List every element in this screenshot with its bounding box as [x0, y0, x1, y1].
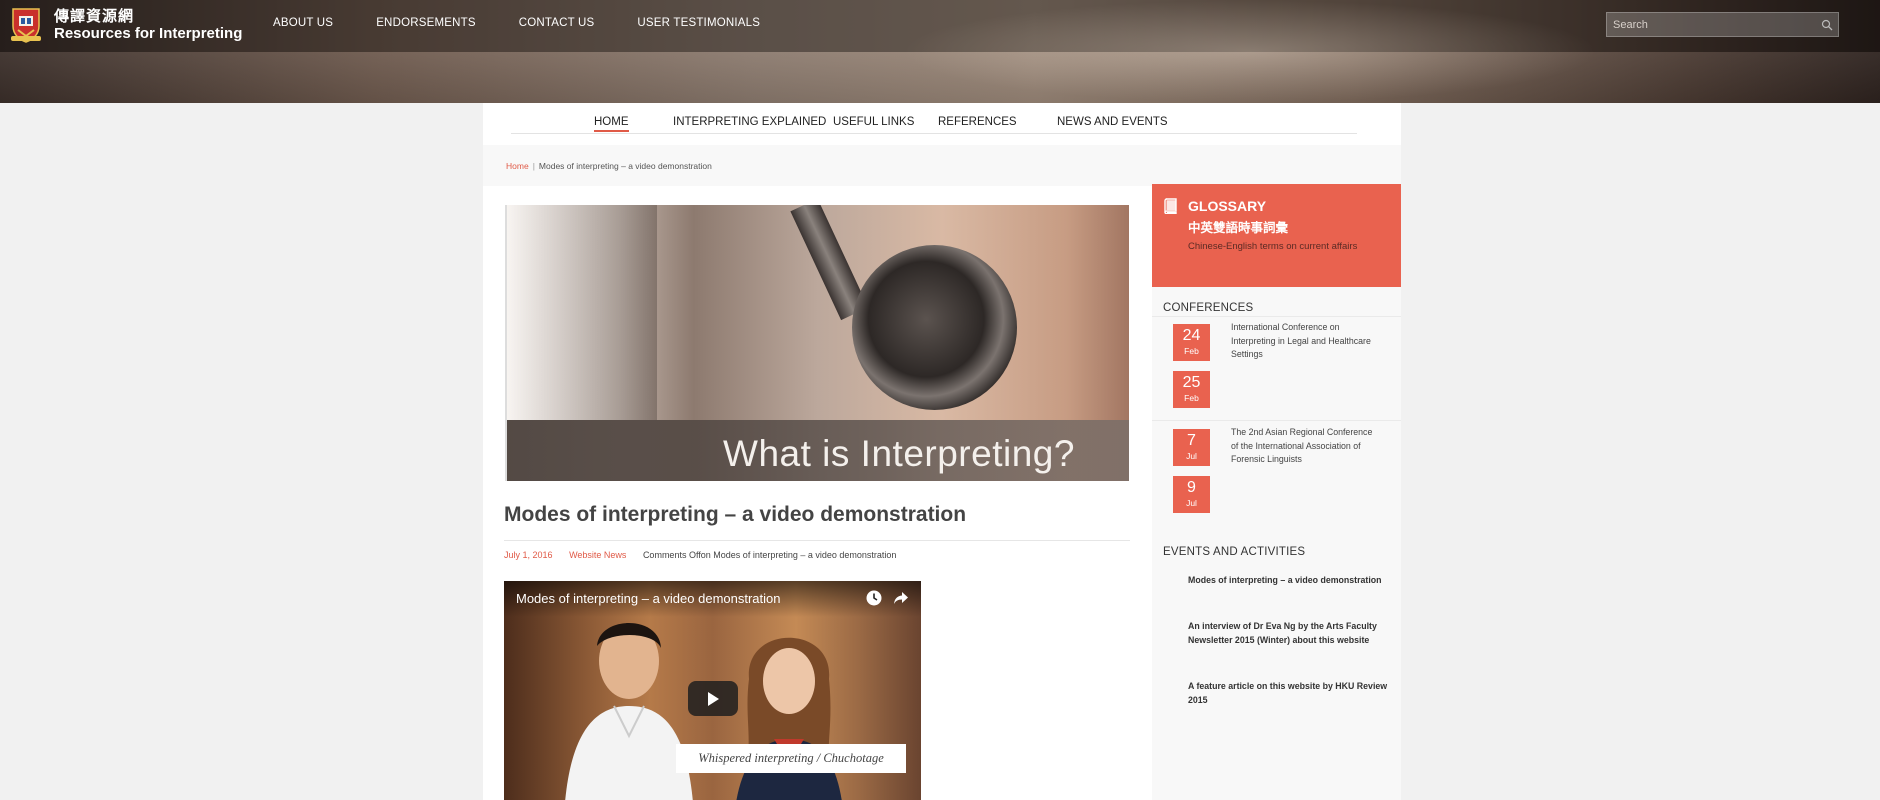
- date-month: Feb: [1184, 346, 1199, 356]
- post-title[interactable]: Modes of interpreting – a video demonstr…: [504, 503, 966, 527]
- tab-interpreting-explained[interactable]: INTERPRETING EXPLAINED: [673, 116, 826, 128]
- events-heading: EVENTS AND ACTIVITIES: [1163, 546, 1306, 558]
- hero-title: What is Interpreting?: [723, 433, 1075, 474]
- search-icon[interactable]: [1816, 14, 1838, 36]
- conferences-heading: CONFERENCES: [1163, 302, 1254, 314]
- logo-english-name: Resources for Interpreting: [54, 25, 243, 42]
- conference-title-link[interactable]: International Conference on Interpreting…: [1231, 321, 1381, 362]
- breadcrumb: Home | Modes of interpreting – a video dem…: [506, 161, 712, 171]
- post-category[interactable]: Website News: [569, 550, 626, 560]
- book-icon: [1164, 198, 1177, 214]
- topnav-contact-us[interactable]: CONTACT US: [519, 17, 595, 29]
- date-month: Feb: [1184, 393, 1199, 403]
- conference-end-date: 9 Jul: [1173, 476, 1210, 513]
- tab-useful-links[interactable]: USEFUL LINKS: [833, 116, 914, 128]
- share-icon[interactable]: [892, 589, 910, 607]
- breadcrumb-separator: |: [532, 161, 535, 171]
- video-caption: Whispered interpreting / Chuchotage: [676, 744, 906, 773]
- glossary-title: GLOSSARY: [1188, 198, 1267, 214]
- tab-home[interactable]: HOME: [594, 116, 629, 132]
- breadcrumb-home-link[interactable]: Home: [506, 161, 529, 171]
- date-day: 7: [1187, 432, 1196, 449]
- header-banner: [0, 0, 1880, 103]
- headphone-earcup: [852, 245, 1017, 410]
- post-comments: Comments Offon Modes of interpreting – a…: [642, 550, 897, 560]
- date-month: Jul: [1186, 498, 1197, 508]
- date-day: 24: [1182, 327, 1201, 344]
- divider: [1152, 316, 1401, 317]
- date-day: 9: [1187, 479, 1196, 496]
- logo-chinese-name: 傳譯資源網: [54, 7, 135, 25]
- post-date[interactable]: July 1, 2016: [504, 550, 553, 560]
- topnav-user-testimonials[interactable]: USER TESTIMONIALS: [637, 17, 760, 29]
- play-icon: [708, 691, 719, 706]
- date-day: 25: [1182, 374, 1201, 391]
- hero-photo-shade: [507, 205, 657, 420]
- top-navigation: ABOUT US ENDORSEMENTS CONTACT US USER TE…: [273, 17, 803, 29]
- search-box: [1606, 12, 1839, 37]
- glossary-subtitle: Chinese-English terms on current affairs: [1188, 241, 1358, 252]
- date-month: Jul: [1186, 451, 1197, 461]
- play-button[interactable]: [688, 681, 738, 716]
- conference-title-link[interactable]: The 2nd Asian Regional Conference of the…: [1231, 426, 1381, 467]
- conference-end-date: 25 Feb: [1173, 371, 1210, 408]
- breadcrumb-current: Modes of interpreting – a video demonstr…: [538, 161, 712, 171]
- main-container: HOME INTERPRETING EXPLAINED USEFUL LINKS…: [483, 103, 1401, 800]
- conference-start-date: 24 Feb: [1173, 324, 1210, 361]
- post-meta: July 1, 2016 Website News Comments Offon…: [504, 550, 896, 560]
- clock-icon[interactable]: [865, 589, 883, 607]
- topnav-about-us[interactable]: ABOUT US: [273, 17, 333, 29]
- event-link[interactable]: Modes of interpreting – a video demonstr…: [1188, 574, 1388, 588]
- banner-background: [900, 0, 1600, 103]
- event-link[interactable]: A feature article on this website by HKU…: [1188, 680, 1388, 707]
- topnav-endorsements[interactable]: ENDORSEMENTS: [376, 17, 476, 29]
- search-input[interactable]: [1607, 13, 1816, 36]
- video-title[interactable]: Modes of interpreting – a video demonstr…: [516, 591, 781, 606]
- university-crest-icon: [11, 8, 41, 43]
- video-player[interactable]: Modes of interpreting – a video demonstr…: [504, 581, 921, 800]
- divider: [1152, 420, 1401, 421]
- tab-references[interactable]: REFERENCES: [938, 116, 1017, 128]
- divider: [504, 540, 1130, 541]
- section-navigation: HOME INTERPRETING EXPLAINED USEFUL LINKS…: [511, 103, 1357, 134]
- glossary-panel[interactable]: GLOSSARY 中英雙語時事詞彙 Chinese-English terms …: [1152, 184, 1401, 287]
- event-link[interactable]: An interview of Dr Eva Ng by the Arts Fa…: [1188, 620, 1388, 647]
- sidebar: GLOSSARY 中英雙語時事詞彙 Chinese-English terms …: [1152, 184, 1401, 800]
- breadcrumb-bar: Home | Modes of interpreting – a video dem…: [483, 145, 1401, 186]
- site-logo[interactable]: 傳譯資源網 Resources for Interpreting: [10, 6, 242, 44]
- glossary-chinese-title: 中英雙語時事詞彙: [1188, 221, 1289, 235]
- tab-news-and-events[interactable]: NEWS AND EVENTS: [1057, 116, 1168, 128]
- hero-image: What is Interpreting?: [505, 205, 1129, 481]
- conference-start-date: 7 Jul: [1173, 429, 1210, 466]
